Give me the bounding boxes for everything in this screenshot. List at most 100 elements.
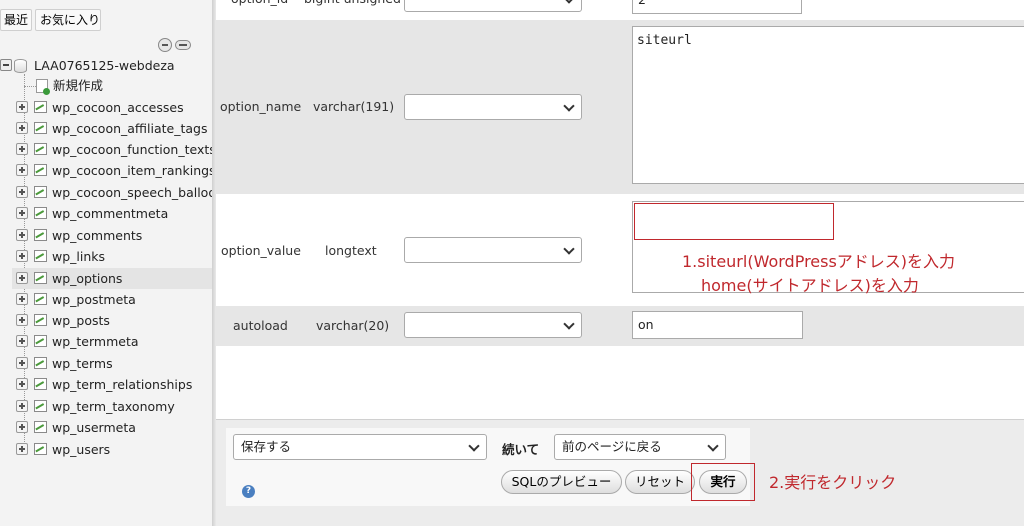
table-item[interactable]: wp_cocoon_affiliate_tags [0, 118, 212, 139]
action-panel: 保存する 続いて 前のページに戻る ? SQLのプレビュー リセット 実行 2.… [216, 419, 1024, 526]
new-table-icon [36, 79, 50, 95]
expand-icon[interactable] [16, 186, 28, 198]
table-item[interactable]: wp_cocoon_accesses [0, 97, 212, 118]
table-item[interactable]: wp_term_relationships [0, 374, 212, 395]
tab-favorites[interactable]: お気に入り [35, 9, 101, 31]
table-item[interactable]: wp_postmeta [0, 289, 212, 310]
expand-icon[interactable] [16, 443, 28, 455]
value-textarea[interactable]: siteurl [632, 26, 1024, 184]
expand-icon[interactable] [16, 229, 28, 241]
annotation-step1-line1: 1.siteurl(WordPressアドレス)を入力 [682, 252, 956, 271]
expand-icon[interactable] [16, 101, 28, 113]
expand-icon[interactable] [16, 400, 28, 412]
table-icon [34, 400, 47, 412]
new-table-node[interactable]: 新規作成 [0, 77, 212, 95]
table-item[interactable]: wp_commentmeta [0, 203, 212, 224]
value-input[interactable]: on [632, 311, 803, 339]
table-icon [34, 335, 47, 347]
table-name[interactable]: wp_postmeta [52, 289, 136, 310]
table-icon [34, 357, 47, 369]
column-type: bigint unsigned [304, 0, 401, 6]
function-select[interactable] [404, 237, 582, 263]
table-icon [34, 314, 47, 326]
column-type: longtext [325, 243, 377, 258]
table-name[interactable]: wp_term_relationships [52, 374, 192, 395]
table-name[interactable]: wp_cocoon_function_texts [52, 139, 212, 160]
table-name[interactable]: wp_usermeta [52, 417, 136, 438]
table-item[interactable]: wp_cocoon_function_texts [0, 139, 212, 160]
table-icon [34, 164, 47, 176]
reset-button[interactable]: リセット [625, 470, 695, 494]
table-item[interactable]: wp_cocoon_speech_balloons [0, 182, 212, 203]
table-icon [34, 378, 47, 390]
new-table-label[interactable]: 新規作成 [53, 77, 103, 95]
collapse-icon[interactable] [0, 59, 12, 71]
column-name: autoload [233, 318, 288, 333]
expand-icon[interactable] [16, 293, 28, 305]
expand-icon[interactable] [16, 207, 28, 219]
table-name[interactable]: wp_cocoon_accesses [52, 97, 184, 118]
table-item[interactable]: wp_term_taxonomy [0, 396, 212, 417]
column-type: varchar(191) [313, 99, 395, 114]
table-item-active[interactable]: wp_options [12, 268, 212, 289]
table-icon [34, 293, 47, 305]
table-icon [34, 186, 47, 198]
expand-icon[interactable] [16, 122, 28, 134]
table-name[interactable]: wp_cocoon_item_rankings [52, 160, 212, 181]
link-with-main-icon[interactable] [175, 40, 191, 50]
expand-icon[interactable] [16, 378, 28, 390]
expand-icon[interactable] [16, 314, 28, 326]
expand-icon[interactable] [16, 164, 28, 176]
table-icon [34, 207, 47, 219]
table-icon [34, 250, 47, 262]
table-item[interactable]: wp_usermeta [0, 417, 212, 438]
table-name[interactable]: wp_terms [52, 353, 113, 374]
table-name[interactable]: wp_users [52, 439, 110, 460]
expand-icon[interactable] [16, 421, 28, 433]
table-name[interactable]: wp_term_taxonomy [52, 396, 175, 417]
expand-icon[interactable] [16, 272, 28, 284]
table-name[interactable]: wp_cocoon_speech_balloons [52, 182, 212, 203]
annotation-step2: 2.実行をクリック [769, 473, 897, 492]
annotation-execute-box [691, 463, 755, 501]
table-item[interactable]: wp_posts [0, 310, 212, 331]
table-name[interactable]: wp_posts [52, 310, 110, 331]
table-name[interactable]: wp_comments [52, 225, 142, 246]
field-row-autoload: autoload varchar(20) on [216, 306, 1024, 346]
help-icon[interactable]: ? [242, 485, 255, 498]
table-icon [34, 122, 47, 134]
function-select[interactable] [404, 94, 582, 120]
expand-icon[interactable] [16, 143, 28, 155]
table-item[interactable]: wp_termmeta [0, 331, 212, 352]
table-name[interactable]: wp_options [52, 268, 122, 289]
sql-preview-button[interactable]: SQLのプレビュー [501, 470, 622, 494]
column-type: varchar(20) [316, 318, 390, 333]
expand-icon[interactable] [16, 250, 28, 262]
table-icon [34, 143, 47, 155]
collapse-all-icon[interactable] [158, 38, 172, 52]
value-input[interactable]: 2 [632, 0, 802, 14]
save-action-select[interactable]: 保存する [233, 434, 487, 460]
table-name[interactable]: wp_commentmeta [52, 203, 168, 224]
table-name[interactable]: wp_termmeta [52, 331, 139, 352]
table-item[interactable]: wp_cocoon_item_rankings [0, 160, 212, 181]
table-item[interactable]: wp_users [0, 439, 212, 460]
table-item[interactable]: wp_terms [0, 353, 212, 374]
column-name: option_id [231, 0, 288, 6]
function-select[interactable] [404, 312, 582, 338]
field-row-option-value: option_value longtext 1.siteurl(WordPres… [216, 196, 1024, 304]
table-item[interactable]: wp_links [0, 246, 212, 267]
annotation-highlight-box [634, 203, 834, 240]
expand-icon[interactable] [16, 335, 28, 347]
tab-recent[interactable]: 最近 [0, 9, 32, 31]
expand-icon[interactable] [16, 357, 28, 369]
database-node[interactable]: LAA0765125-webdeza [0, 57, 212, 75]
table-item[interactable]: wp_comments [0, 225, 212, 246]
function-select[interactable] [404, 0, 582, 12]
table-icon [34, 443, 47, 455]
after-insert-select[interactable]: 前のページに戻る [554, 434, 726, 460]
field-row-option-name: option_name varchar(191) siteurl [216, 20, 1024, 194]
table-name[interactable]: wp_cocoon_affiliate_tags [52, 118, 207, 139]
database-name[interactable]: LAA0765125-webdeza [34, 57, 175, 75]
table-name[interactable]: wp_links [52, 246, 105, 267]
